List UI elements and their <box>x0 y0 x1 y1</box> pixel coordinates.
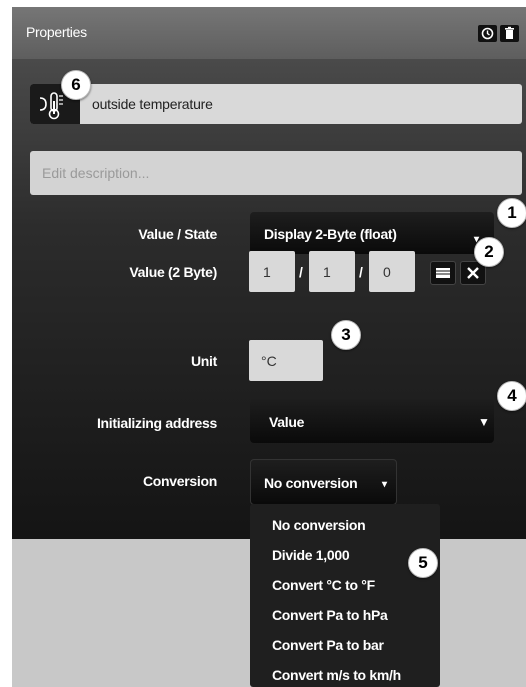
callout-badge-2: 2 <box>474 237 504 267</box>
menu-item-divide-1000[interactable]: Divide 1,000 <box>272 547 350 563</box>
description-placeholder: Edit description... <box>42 165 150 181</box>
conversion-dropdown[interactable]: No conversion ▾ <box>250 459 397 505</box>
unit-label: Unit <box>190 353 217 369</box>
group-address-icon[interactable] <box>430 261 456 285</box>
group-separator: / <box>359 264 363 280</box>
object-name-field[interactable]: outside temperature <box>30 84 522 124</box>
callout-badge-1: 1 <box>497 198 526 228</box>
callout-badge-4: 4 <box>497 381 526 411</box>
init-address-label: Initializing address <box>96 415 217 431</box>
description-input[interactable]: Edit description... <box>30 151 522 195</box>
conversion-menu: No conversion Divide 1,000 Convert °C to… <box>250 504 440 687</box>
value-state-value: Display 2-Byte (float) <box>264 226 397 242</box>
panel-body: outside temperature Edit description... … <box>12 59 526 539</box>
group-separator: / <box>299 264 303 280</box>
clock-icon[interactable] <box>478 25 497 42</box>
panel-title: Properties <box>26 24 87 40</box>
unit-value: °C <box>261 353 277 369</box>
unit-input[interactable]: °C <box>249 340 323 381</box>
value-2byte-label: Value (2 Byte) <box>129 264 217 280</box>
init-address-value: Value <box>269 414 305 430</box>
sub-group-input[interactable]: 0 <box>369 251 415 292</box>
callout-badge-5: 5 <box>408 548 438 578</box>
menu-item-pa-bar[interactable]: Convert Pa to bar <box>272 637 384 653</box>
conversion-value: No conversion <box>264 475 358 491</box>
conversion-label: Conversion <box>142 473 217 489</box>
trash-icon[interactable] <box>500 25 519 42</box>
middle-group-value: 1 <box>323 264 331 280</box>
caret-down-icon: ▼ <box>478 415 490 429</box>
main-group-value: 1 <box>263 264 271 280</box>
object-name-text: outside temperature <box>92 96 213 112</box>
menu-item-pa-hpa[interactable]: Convert Pa to hPa <box>272 607 388 623</box>
panel-header: Properties <box>12 7 526 59</box>
sub-group-value: 0 <box>383 264 391 280</box>
init-address-dropdown[interactable]: Value ▼ <box>250 399 494 443</box>
value-state-label: Value / State <box>138 226 217 242</box>
menu-item-no-conversion[interactable]: No conversion <box>272 517 366 533</box>
caret-down-icon: ▾ <box>382 479 387 490</box>
callout-badge-3: 3 <box>331 320 361 350</box>
callout-badge-6: 6 <box>61 70 91 100</box>
middle-group-input[interactable]: 1 <box>309 251 355 292</box>
menu-item-celsius-fahrenheit[interactable]: Convert °C to °F <box>272 577 375 593</box>
menu-item-ms-kmh[interactable]: Convert m/s to km/h <box>272 667 401 683</box>
value-state-dropdown[interactable]: Display 2-Byte (float) ▾ <box>250 212 494 254</box>
main-group-input[interactable]: 1 <box>249 251 295 292</box>
